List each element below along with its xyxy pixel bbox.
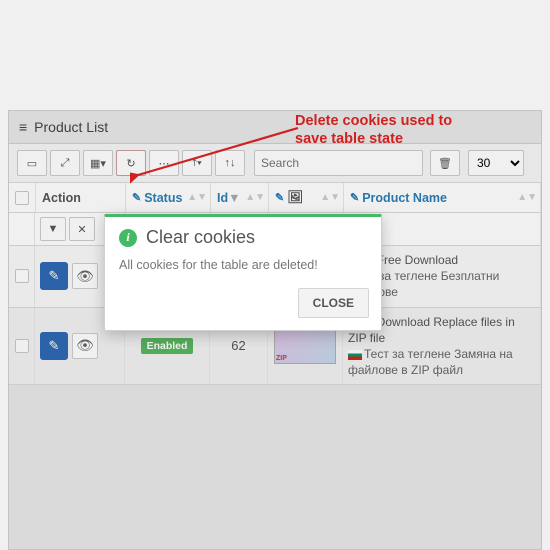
close-button[interactable]: CLOSE	[298, 288, 369, 318]
modal-title: Clear cookies	[146, 227, 255, 248]
info-icon: i	[119, 229, 137, 247]
modal-body: All cookies for the table are deleted!	[105, 254, 381, 282]
clear-cookies-modal: i Clear cookies All cookies for the tabl…	[104, 214, 382, 331]
